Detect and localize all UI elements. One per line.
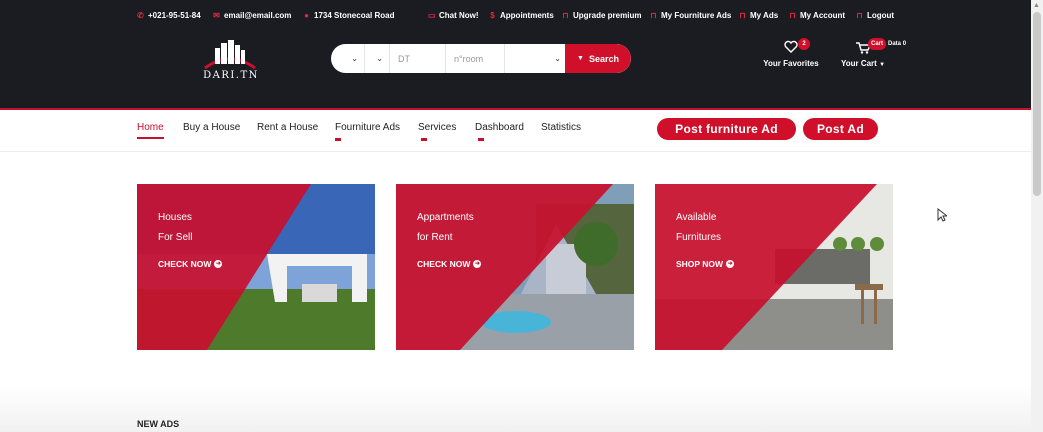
search-select-5[interactable]: ⌄ xyxy=(505,44,567,73)
nav-statistics[interactable]: Statistics xyxy=(541,122,581,133)
cart-label: Your Cart ▼ xyxy=(840,59,886,68)
scrollbar-thumb[interactable] xyxy=(1033,12,1041,196)
post-furniture-ad-button[interactable]: Post furniture Ad xyxy=(657,118,796,140)
site-header: ✆ +021-95-51-84 ✉ email@email.com ● 1734… xyxy=(0,0,1031,110)
lock-icon: ⊓ xyxy=(739,10,746,20)
arrow-circle-right-icon: ➜ xyxy=(473,260,482,268)
phone-contact[interactable]: ✆ +021-95-51-84 xyxy=(137,11,201,20)
houses-for-sell-card[interactable]: Houses For Sell CHECK NOW ➜ xyxy=(137,184,375,350)
address-contact: ● 1734 Stonecoal Road xyxy=(304,10,395,20)
caret-down-icon: ▼ xyxy=(879,62,886,68)
favorites-button[interactable]: Your Favorites xyxy=(762,40,820,68)
chat-icon: ▭ xyxy=(428,10,436,20)
my-account-link[interactable]: ⊓ My Account xyxy=(789,11,845,20)
card-title: Available Furnitures xyxy=(676,212,722,243)
nav-home[interactable]: Home xyxy=(137,122,164,139)
search-select-2[interactable]: ⌄ xyxy=(365,44,390,73)
page-scrollbar[interactable]: ▲ xyxy=(1031,0,1043,432)
map-pin-icon: ● xyxy=(304,10,309,20)
nav-fourniture-ads[interactable]: Fourniture Ads xyxy=(335,122,400,133)
check-now-link[interactable]: CHECK NOW ➜ xyxy=(417,259,482,269)
heart-icon xyxy=(784,40,798,53)
nav-buy-a-house[interactable]: Buy a House xyxy=(183,122,240,133)
lock-icon: ⊓ xyxy=(562,10,569,20)
arrow-circle-right-icon: ➜ xyxy=(214,260,223,268)
logo-text: DARI.TN xyxy=(203,70,259,81)
available-furnitures-card[interactable]: Available Furnitures SHOP NOW ➜ xyxy=(655,184,893,350)
chevron-down-icon: ⌄ xyxy=(554,54,561,63)
nav-dashboard[interactable]: Dashboard xyxy=(475,122,524,133)
check-now-link[interactable]: CHECK NOW ➜ xyxy=(158,259,223,269)
search-bar: ⌄ ⌄ DT n°room ⌄ ▼ Search xyxy=(331,44,631,73)
upgrade-premium-link[interactable]: ⊓ Upgrade premium xyxy=(562,11,641,20)
price-input[interactable]: DT xyxy=(390,44,446,73)
rooms-input[interactable]: n°room xyxy=(446,44,505,73)
scroll-up-arrow-icon[interactable]: ▲ xyxy=(1033,2,1040,9)
logo-buildings-icon xyxy=(204,40,256,70)
caret-down-icon: ▼ xyxy=(577,55,584,62)
chevron-down-icon: ⌄ xyxy=(376,54,383,63)
dollar-icon: $ xyxy=(490,10,495,20)
chevron-down-icon: ⌄ xyxy=(351,54,358,63)
my-ads-link[interactable]: ⊓ My Ads xyxy=(739,11,778,20)
card-title: Houses For Sell xyxy=(158,212,193,243)
arrow-circle-right-icon: ➜ xyxy=(726,260,735,268)
top-info-bar: ✆ +021-95-51-84 ✉ email@email.com ● 1734… xyxy=(0,0,1031,34)
favorites-label: Your Favorites xyxy=(763,59,819,68)
phone-icon: ✆ xyxy=(137,10,144,20)
my-fourniture-ads-link[interactable]: ⊓ My Fourniture Ads xyxy=(650,11,731,20)
dropdown-indicator xyxy=(335,138,341,141)
nav-rent-a-house[interactable]: Rent a House xyxy=(257,122,318,133)
shop-now-link[interactable]: SHOP NOW ➜ xyxy=(676,259,735,269)
lock-icon: ⊓ xyxy=(650,10,657,20)
dropdown-indicator xyxy=(421,138,427,141)
cart-badge: Cart Data 0 xyxy=(868,38,906,50)
card-title: Appartments for Rent xyxy=(417,212,474,243)
appointments-link[interactable]: $ Appointments xyxy=(489,11,554,20)
appartments-for-rent-card[interactable]: Appartments for Rent CHECK NOW ➜ xyxy=(396,184,634,350)
dropdown-indicator xyxy=(478,138,484,141)
search-select-1[interactable]: ⌄ xyxy=(331,44,365,73)
logout-link[interactable]: ⊓ Logout xyxy=(856,11,894,20)
mouse-cursor-icon xyxy=(937,208,947,222)
lock-icon: ⊓ xyxy=(789,10,796,20)
new-ads-heading: NEW ADS xyxy=(137,419,180,429)
site-logo[interactable]: DARI.TN xyxy=(193,40,267,84)
chat-now-link[interactable]: ▭ Chat Now! xyxy=(428,11,479,20)
envelope-icon: ✉ xyxy=(213,10,220,20)
post-ad-button[interactable]: Post Ad xyxy=(803,118,878,140)
lock-icon: ⊓ xyxy=(856,10,863,20)
favorites-count-badge: 2 xyxy=(798,38,810,50)
search-button[interactable]: ▼ Search xyxy=(565,44,631,73)
nav-services[interactable]: Services xyxy=(418,122,456,133)
email-contact[interactable]: ✉ email@email.com xyxy=(213,11,291,20)
